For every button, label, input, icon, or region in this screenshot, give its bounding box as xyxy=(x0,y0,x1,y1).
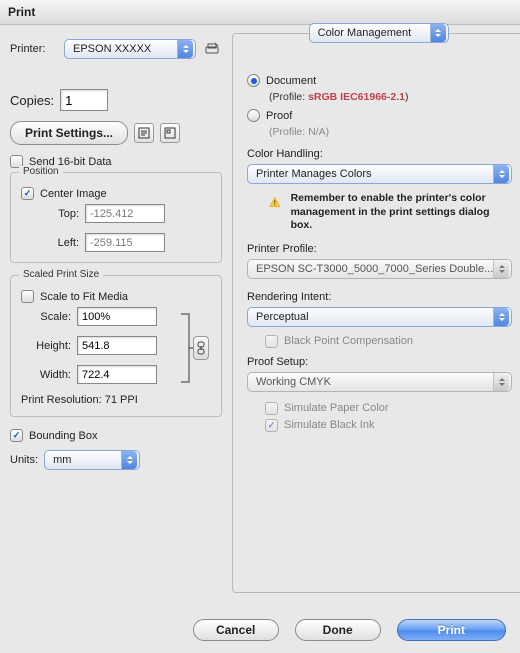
layout-icon[interactable] xyxy=(160,123,180,143)
height-input[interactable] xyxy=(77,336,157,355)
scale-label: Scale: xyxy=(31,311,71,323)
color-handling-value: Printer Manages Colors xyxy=(256,168,372,180)
panel-mode-value: Color Management xyxy=(318,27,412,39)
rendering-intent-label: Rendering Intent: xyxy=(247,291,512,303)
dropdown-arrows-icon xyxy=(121,451,137,469)
window-titlebar: Print xyxy=(0,0,520,25)
simulate-black-label: Simulate Black Ink xyxy=(284,419,374,431)
document-profile-suffix: ) xyxy=(405,91,409,103)
warning-icon xyxy=(269,192,281,212)
pos-top-label: Top: xyxy=(49,208,79,220)
bpc-label: Black Point Compensation xyxy=(284,335,413,347)
print-settings-button[interactable]: Print Settings... xyxy=(10,121,128,145)
position-legend: Position xyxy=(19,166,63,177)
printer-select-value: EPSON XXXXX xyxy=(73,43,151,55)
position-group: Position Center Image Top: Left: xyxy=(10,172,222,263)
pos-left-input[interactable] xyxy=(85,233,165,252)
color-handling-label: Color Handling: xyxy=(247,148,512,160)
proof-setup-label: Proof Setup: xyxy=(247,356,512,368)
scale-input[interactable] xyxy=(77,307,157,326)
bounding-box-checkbox[interactable] xyxy=(10,429,23,442)
center-image-label: Center Image xyxy=(40,188,107,200)
dropdown-arrows-icon xyxy=(493,308,509,326)
cancel-button[interactable]: Cancel xyxy=(193,619,279,641)
dropdown-arrows-icon xyxy=(493,165,509,183)
copies-input[interactable] xyxy=(60,89,108,111)
rendering-intent-value: Perceptual xyxy=(256,311,309,323)
document-profile-value: sRGB IEC61966-2.1 xyxy=(308,91,405,103)
simulate-paper-label: Simulate Paper Color xyxy=(284,402,389,414)
height-label: Height: xyxy=(31,340,71,352)
copies-label: Copies: xyxy=(10,93,54,108)
proof-setup-select: Working CMYK xyxy=(247,372,512,392)
document-radio-label: Document xyxy=(266,75,316,87)
print-button[interactable]: Print xyxy=(397,619,506,641)
printer-profile-select: EPSON SC-T3000_5000_7000_Series Double..… xyxy=(247,259,512,279)
proof-setup-value: Working CMYK xyxy=(256,376,331,388)
window-title: Print xyxy=(8,5,35,19)
dropdown-arrows-icon xyxy=(430,24,446,42)
dropdown-arrows-icon xyxy=(493,373,509,391)
bpc-checkbox xyxy=(265,335,278,348)
warning-text: Remember to enable the printer's color m… xyxy=(291,192,513,233)
units-select[interactable]: mm xyxy=(44,450,140,470)
resolution-label: Print Resolution: 71 PPI xyxy=(21,394,211,406)
width-label: Width: xyxy=(31,369,71,381)
pos-left-label: Left: xyxy=(49,237,79,249)
center-image-checkbox[interactable] xyxy=(21,187,34,200)
right-panel: Color Management Document (Profile: sRGB… xyxy=(232,33,520,593)
printer-info-icon[interactable] xyxy=(202,39,222,59)
pos-top-input[interactable] xyxy=(85,204,165,223)
scale-fit-checkbox[interactable] xyxy=(21,290,34,303)
proof-radio-label: Proof xyxy=(266,110,292,122)
document-profile-line: (Profile: sRGB IEC61966-2.1) xyxy=(247,91,512,103)
document-profile-prefix: (Profile: xyxy=(269,91,308,103)
scale-fit-label: Scale to Fit Media xyxy=(40,291,128,303)
proof-radio[interactable] xyxy=(247,109,260,122)
proof-profile-line: (Profile: N/A) xyxy=(247,126,512,138)
document-radio[interactable] xyxy=(247,74,260,87)
simulate-black-checkbox xyxy=(265,419,278,432)
printer-select[interactable]: EPSON XXXXX xyxy=(64,39,196,59)
link-icon[interactable] xyxy=(193,336,209,360)
printer-profile-value: EPSON SC-T3000_5000_7000_Series Double..… xyxy=(256,263,493,275)
simulate-paper-checkbox xyxy=(265,402,278,415)
printer-profile-label: Printer Profile: xyxy=(247,243,512,255)
width-input[interactable] xyxy=(77,365,157,384)
color-handling-select[interactable]: Printer Manages Colors xyxy=(247,164,512,184)
printer-label: Printer: xyxy=(10,43,58,55)
dropdown-arrows-icon xyxy=(177,40,193,58)
bracket-icon xyxy=(179,312,193,384)
done-button[interactable]: Done xyxy=(295,619,381,641)
scaled-group: Scaled Print Size Scale to Fit Media Sca… xyxy=(10,275,222,417)
dropdown-arrows-icon xyxy=(493,260,509,278)
scaled-legend: Scaled Print Size xyxy=(19,269,103,280)
panel-mode-select[interactable]: Color Management xyxy=(309,23,449,43)
bounding-box-label: Bounding Box xyxy=(29,430,98,442)
rendering-intent-select[interactable]: Perceptual xyxy=(247,307,512,327)
units-value: mm xyxy=(53,454,71,466)
units-label: Units: xyxy=(10,454,38,466)
page-setup-icon[interactable] xyxy=(134,123,154,143)
